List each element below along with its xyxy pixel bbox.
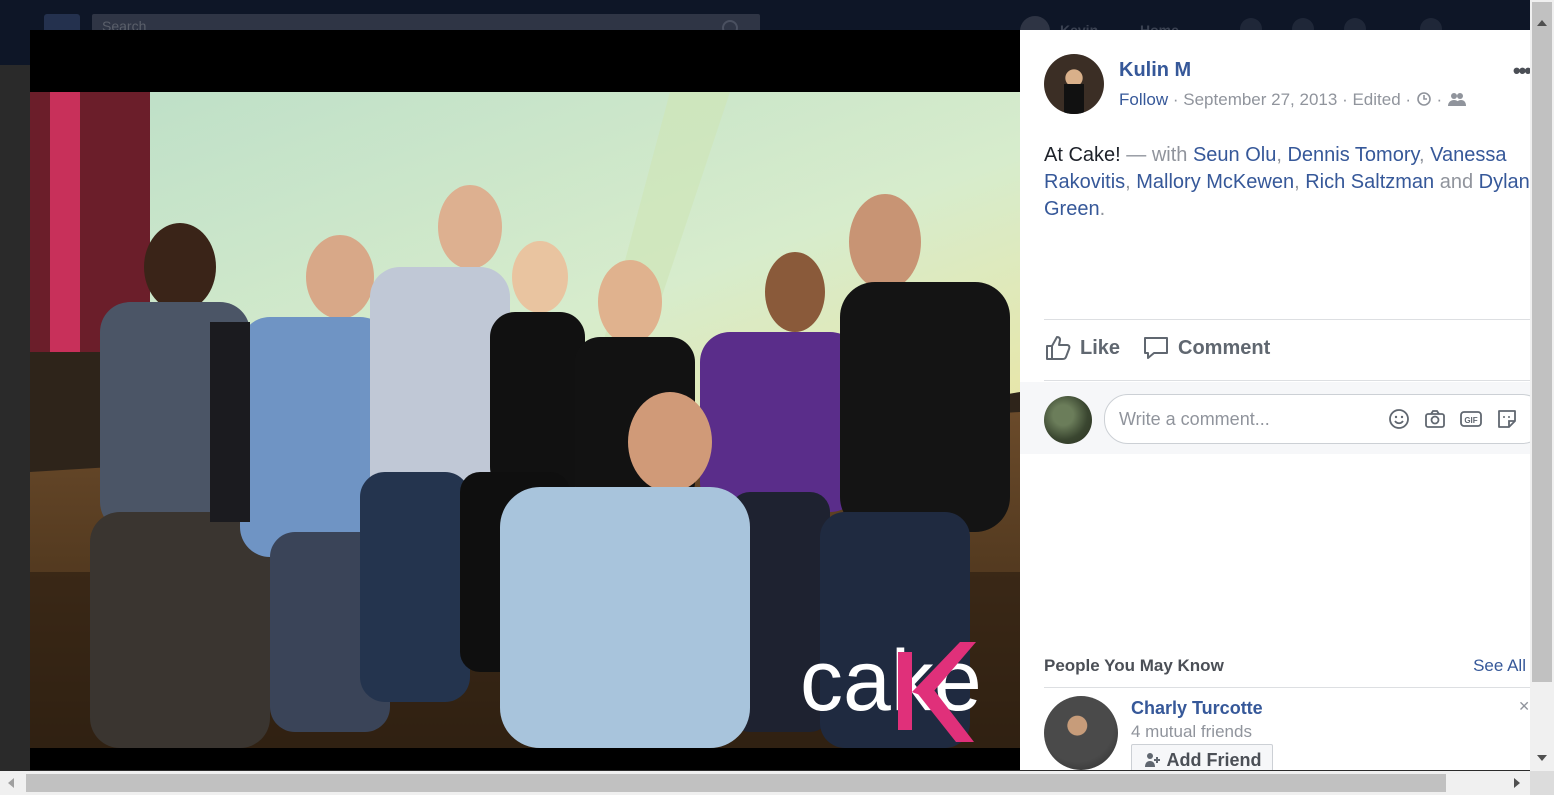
scroll-left-arrow-icon[interactable] [8,778,14,788]
like-label: Like [1080,336,1121,359]
tagged-person[interactable]: Dennis Tomory [1287,144,1419,166]
add-friend-button[interactable]: Add Friend [1131,744,1273,770]
post-meta: Follow · September 27, 2013 · Edited · · [1119,90,1467,110]
comment-composer: Write a comment... GIF [1020,382,1530,454]
photo[interactable]: cake [30,92,1020,748]
divider [1044,687,1530,688]
and-label: and [1439,171,1474,193]
comment-placeholder: Write a comment... [1119,409,1270,429]
gif-icon[interactable]: GIF [1459,407,1483,431]
thumbs-up-icon [1046,336,1071,360]
tagged-person[interactable]: Seun Olu [1193,144,1276,166]
post-caption: At Cake! — with Seun Olu, Dennis Tomory,… [1044,144,1530,220]
camera-icon[interactable] [1423,407,1447,431]
scroll-down-arrow-icon[interactable] [1537,755,1547,761]
horizontal-scroll-thumb[interactable] [26,774,1446,792]
horizontal-scrollbar[interactable] [0,771,1530,795]
group-photo-image: cake [30,92,1020,748]
comment-label: Comment [1178,336,1271,359]
pymk-title: People You May Know [1044,656,1224,675]
suggested-friend-avatar[interactable] [1044,696,1118,770]
friends-audience-icon[interactable] [1447,91,1467,107]
author-avatar[interactable] [1044,54,1104,114]
emoji-icon[interactable] [1387,407,1411,431]
add-friend-label: Add Friend [1166,749,1262,770]
divider [1044,380,1530,381]
scroll-right-arrow-icon[interactable] [1514,778,1520,788]
photo-viewer[interactable]: cake [30,30,1020,770]
edited-label[interactable]: Edited [1352,90,1400,109]
vertical-scroll-thumb[interactable] [1532,2,1552,682]
mutual-friends-count[interactable]: 4 mutual friends [1131,722,1252,742]
meta-separator: · [1436,90,1443,109]
comment-button[interactable]: Comment [1142,334,1270,362]
scroll-up-arrow-icon[interactable] [1537,20,1547,26]
sticker-icon[interactable] [1495,407,1519,431]
meta-separator: · [1405,90,1412,109]
vertical-scrollbar[interactable] [1530,0,1554,771]
commenter-avatar[interactable] [1044,396,1092,444]
scrollbar-corner [1530,771,1554,795]
author-name[interactable]: Kulin M [1119,59,1191,82]
like-button[interactable]: Like [1044,334,1120,362]
svg-text:GIF: GIF [1464,416,1477,425]
see-all-link[interactable]: See All [1473,656,1526,676]
add-friend-icon [1144,753,1160,767]
post-date[interactable]: September 27, 2013 [1183,90,1337,109]
clock-icon[interactable] [1416,91,1432,107]
suggested-friend-name[interactable]: Charly Turcotte [1131,698,1263,719]
follow-link[interactable]: Follow [1119,90,1168,109]
comment-bubble-icon [1144,337,1168,359]
tagged-person[interactable]: Mallory McKewen [1136,171,1294,193]
dismiss-suggestion-icon[interactable]: ✕ [1518,698,1530,715]
post-side-panel: Kulin M Follow · September 27, 2013 · Ed… [1020,30,1530,770]
divider [1044,319,1530,320]
tagged-person[interactable]: Rich Saltzman [1305,171,1434,193]
more-options-button[interactable]: ••• [1513,58,1530,84]
comment-input[interactable]: Write a comment... GIF [1104,394,1530,444]
caption-text: At Cake! [1044,144,1121,166]
meta-separator: · [1172,90,1179,109]
meta-separator: · [1342,90,1348,109]
cake-watermark: cake [800,633,982,729]
with-label: — with [1126,144,1188,166]
